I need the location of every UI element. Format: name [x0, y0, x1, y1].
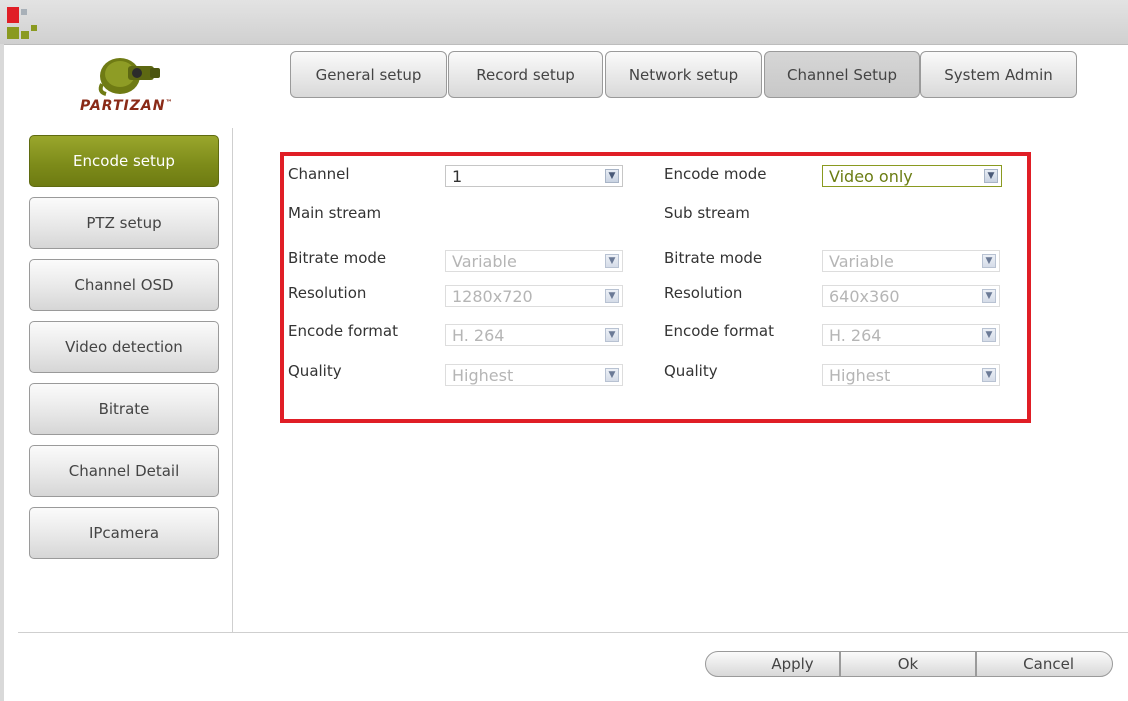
window-frame-left — [0, 44, 4, 701]
sidebar-item-ipcamera[interactable]: IPcamera — [29, 507, 219, 559]
sub-quality-value: Highest — [829, 366, 891, 385]
sub-bitrate-mode-select[interactable]: Variable ▼ — [822, 250, 1000, 272]
sub-quality-label: Quality — [664, 362, 718, 380]
apply-label: Apply — [771, 655, 814, 673]
tab-record-setup[interactable]: Record setup — [448, 51, 603, 98]
main-quality-value: Highest — [452, 366, 514, 385]
main-bitrate-mode-label: Bitrate mode — [288, 249, 387, 267]
sidebar-item-label: IPcamera — [88, 524, 160, 542]
sub-bitrate-mode-label: Bitrate mode — [664, 249, 763, 267]
channel-label: Channel — [288, 165, 350, 183]
main-bitrate-mode-value: Variable — [452, 252, 517, 271]
sidebar-item-ptz-setup[interactable]: PTZ setup — [29, 197, 219, 249]
chevron-down-icon: ▼ — [982, 289, 996, 303]
sidebar-item-label: Channel Detail — [68, 462, 180, 480]
sub-encode-format-value: H. 264 — [829, 326, 882, 345]
main-resolution-value: 1280x720 — [452, 287, 533, 306]
sub-encode-format-label: Encode format — [664, 322, 774, 340]
chevron-down-icon: ▼ — [982, 368, 996, 382]
channel-select[interactable]: 1 ▼ — [445, 165, 623, 187]
channel-value: 1 — [452, 167, 463, 186]
main-encode-format-label: Encode format — [288, 322, 398, 340]
encode-mode-value: Video only — [829, 167, 913, 186]
tab-label: Record setup — [476, 65, 575, 84]
sidebar-item-label: Bitrate — [98, 400, 150, 418]
sidebar-item-channel-detail[interactable]: Channel Detail — [29, 445, 219, 497]
sidebar-item-encode-setup[interactable]: Encode setup — [29, 135, 219, 187]
chevron-down-icon: ▼ — [605, 328, 619, 342]
ok-button[interactable]: Ok — [840, 651, 976, 677]
chevron-down-icon: ▼ — [605, 289, 619, 303]
main-encode-format-value: H. 264 — [452, 326, 505, 345]
footer-divider — [18, 632, 1128, 633]
chevron-down-icon: ▼ — [984, 169, 998, 183]
main-resolution-select[interactable]: 1280x720 ▼ — [445, 285, 623, 307]
chevron-down-icon: ▼ — [982, 254, 996, 268]
sub-encode-format-select[interactable]: H. 264 ▼ — [822, 324, 1000, 346]
chevron-down-icon: ▼ — [605, 169, 619, 183]
tab-label: General setup — [315, 65, 422, 84]
tab-general-setup[interactable]: General setup — [290, 51, 447, 98]
sub-resolution-value: 640x360 — [829, 287, 900, 306]
sub-bitrate-mode-value: Variable — [829, 252, 894, 271]
sidebar-item-label: Encode setup — [73, 152, 175, 170]
main-quality-select[interactable]: Highest ▼ — [445, 364, 623, 386]
main-stream-heading: Main stream — [288, 204, 382, 222]
sub-stream-heading: Sub stream — [664, 204, 750, 222]
tab-label: System Admin — [944, 65, 1053, 84]
main-resolution-label: Resolution — [288, 284, 367, 302]
cancel-button[interactable]: Cancel — [976, 651, 1113, 677]
main-encode-format-select[interactable]: H. 264 ▼ — [445, 324, 623, 346]
encode-mode-label: Encode mode — [664, 165, 767, 183]
sidebar-item-bitrate[interactable]: Bitrate — [29, 383, 219, 435]
brand-trademark: ™ — [165, 98, 174, 107]
sidebar-divider — [232, 128, 233, 632]
chevron-down-icon: ▼ — [605, 368, 619, 382]
chevron-down-icon: ▼ — [982, 328, 996, 342]
app-logo-icon — [7, 7, 41, 39]
ok-label: Ok — [897, 655, 919, 673]
sidebar-item-channel-osd[interactable]: Channel OSD — [29, 259, 219, 311]
sidebar-item-video-detection[interactable]: Video detection — [29, 321, 219, 373]
encode-mode-select[interactable]: Video only ▼ — [822, 165, 1002, 187]
sub-resolution-label: Resolution — [664, 284, 743, 302]
partizan-brand-text: PARTIZAN™ — [80, 98, 173, 114]
sidebar-item-label: PTZ setup — [86, 214, 162, 232]
tab-label: Network setup — [628, 65, 739, 84]
main-quality-label: Quality — [288, 362, 342, 380]
title-bar — [0, 0, 1128, 45]
cancel-label: Cancel — [1023, 655, 1074, 673]
apply-button[interactable]: Apply — [705, 651, 840, 677]
tab-channel-setup[interactable]: Channel Setup — [764, 51, 920, 98]
chevron-down-icon: ▼ — [605, 254, 619, 268]
tab-system-admin[interactable]: System Admin — [920, 51, 1077, 98]
tab-label: Channel Setup — [786, 65, 897, 84]
sub-resolution-select[interactable]: 640x360 ▼ — [822, 285, 1000, 307]
sidebar-item-label: Video detection — [65, 338, 183, 356]
sidebar-item-label: Channel OSD — [74, 276, 174, 294]
brand-name: PARTIZAN — [80, 98, 166, 114]
tab-network-setup[interactable]: Network setup — [605, 51, 762, 98]
sub-quality-select[interactable]: Highest ▼ — [822, 364, 1000, 386]
main-bitrate-mode-select[interactable]: Variable ▼ — [445, 250, 623, 272]
